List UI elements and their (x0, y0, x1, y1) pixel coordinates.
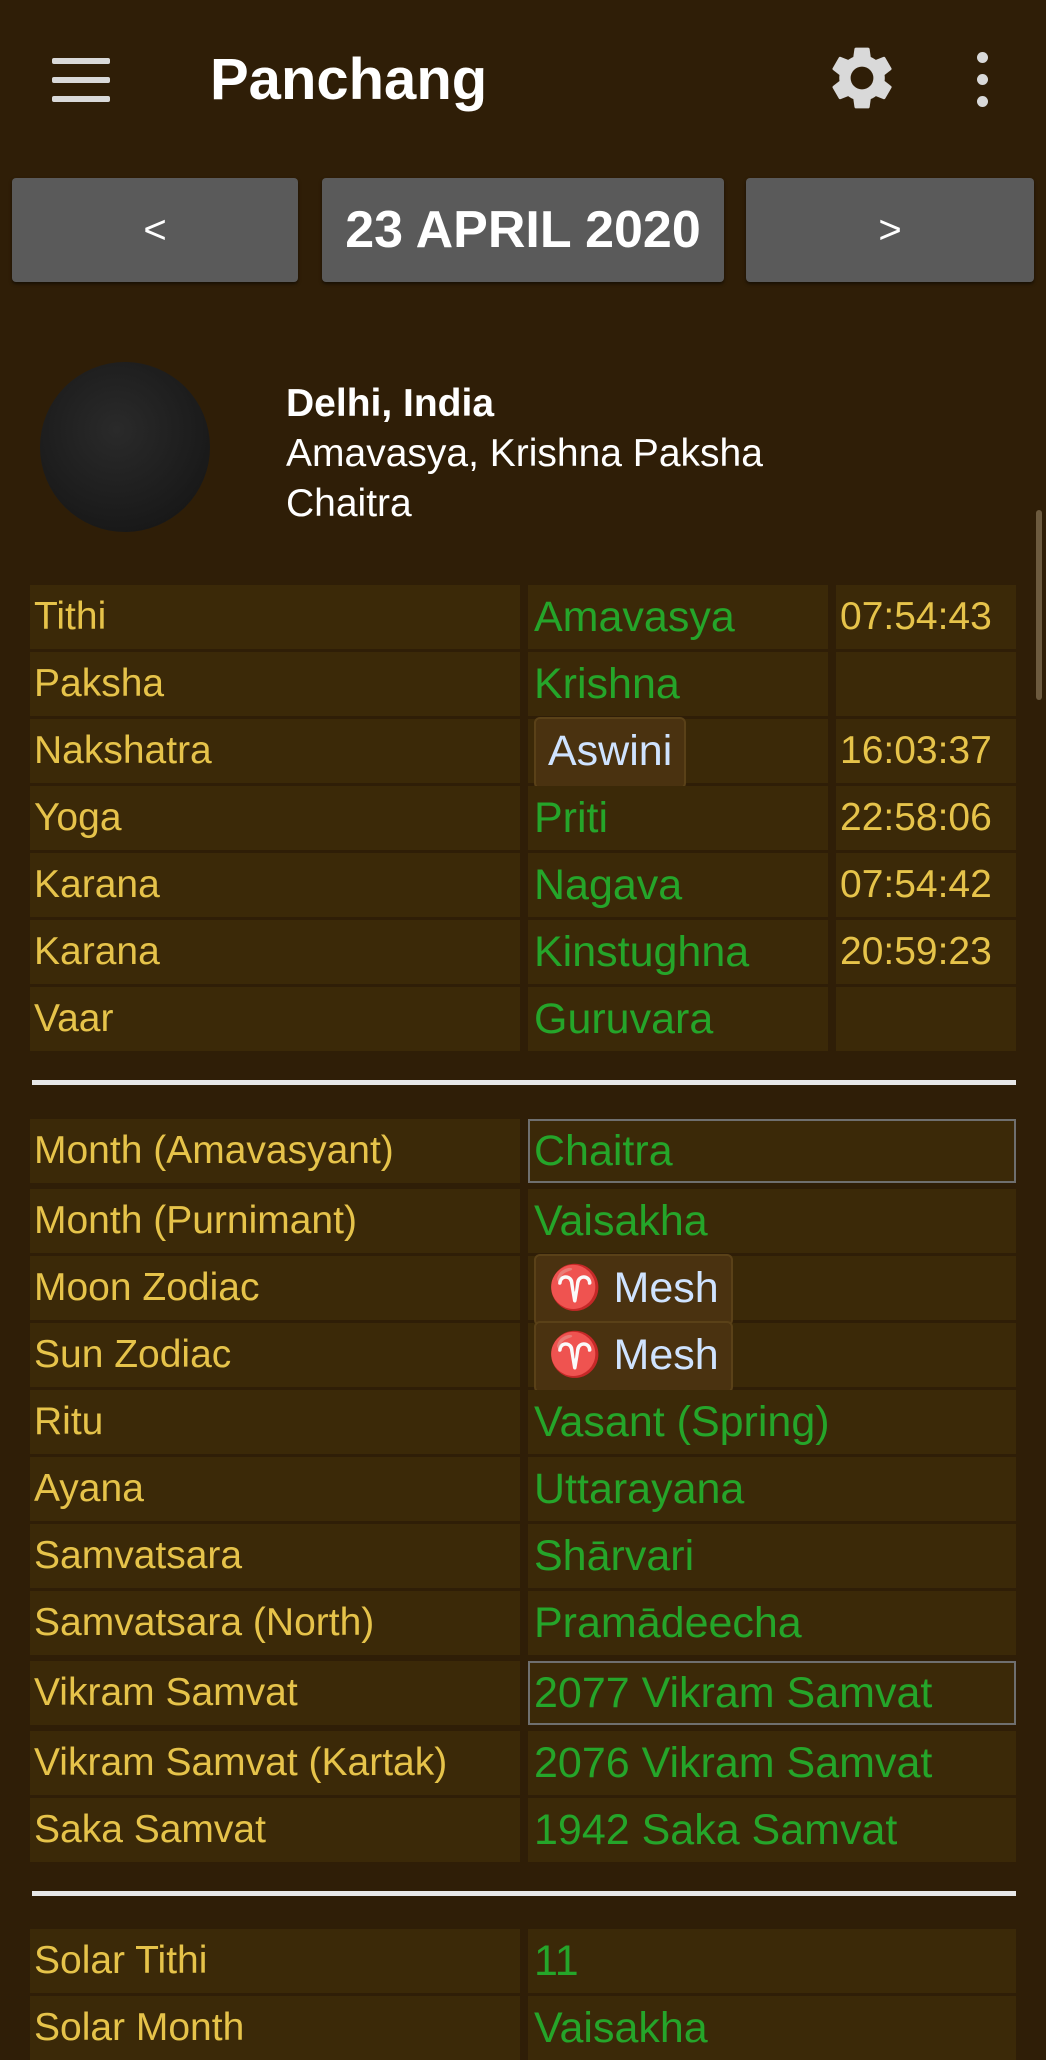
moon-zodiac-chip[interactable]: ♈ Mesh (534, 1254, 733, 1326)
row-time: 07:54:43 (836, 585, 1016, 649)
calendar-row-moon-zodiac: Moon Zodiac ♈ Mesh (30, 1254, 1016, 1326)
row-label: Nakshatra (30, 719, 520, 783)
calendar-row-sun-zodiac: Sun Zodiac ♈ Mesh (30, 1321, 1016, 1393)
row-label: Vikram Samvat (30, 1661, 520, 1725)
aries-icon: ♈ (548, 1264, 602, 1312)
row-value: 2076 Vikram Samvat (528, 1731, 1016, 1795)
solar-row-tithi: Solar Tithi 11 (30, 1929, 1016, 1993)
row-label: Solar Month (30, 1996, 520, 2060)
panchang-row-nakshatra: Nakshatra Aswini 16:03:37 (30, 717, 1016, 789)
calendar-row-vikram-samvat-kartak: Vikram Samvat (Kartak) 2076 Vikram Samva… (30, 1731, 1016, 1795)
row-time (836, 652, 1016, 716)
panchang-row-karana-1: Karana Nagava 07:54:42 (30, 853, 1016, 917)
month-amavasyant-value[interactable]: Chaitra (528, 1119, 1016, 1183)
calendar-row-samvatsara: Samvatsara Shārvari (30, 1524, 1016, 1588)
row-label: Saka Samvat (30, 1798, 520, 1862)
more-vert-icon[interactable] (972, 50, 992, 110)
section-divider (32, 1891, 1016, 1896)
row-value: Amavasya (528, 585, 828, 649)
aries-icon: ♈ (548, 1331, 602, 1379)
row-label: Vikram Samvat (Kartak) (30, 1731, 520, 1795)
location-name: Delhi, India (286, 382, 495, 425)
row-value: Guruvara (528, 987, 828, 1051)
row-value: Vasant (Spring) (528, 1390, 1016, 1454)
row-label: Yoga (30, 786, 520, 850)
row-value: Uttarayana (528, 1457, 1016, 1521)
row-value: Krishna (528, 652, 828, 716)
gear-icon[interactable] (824, 40, 900, 116)
row-label: Karana (30, 920, 520, 984)
row-label: Samvatsara (North) (30, 1591, 520, 1655)
row-label: Sun Zodiac (30, 1323, 520, 1387)
row-label: Ayana (30, 1457, 520, 1521)
calendar-row-saka-samvat: Saka Samvat 1942 Saka Samvat (30, 1798, 1016, 1862)
moon-phase-image (40, 362, 210, 532)
date-picker-button[interactable]: 23 APRIL 2020 (322, 178, 724, 282)
row-value: Pramādeecha (528, 1591, 1016, 1655)
row-label: Moon Zodiac (30, 1256, 520, 1320)
month-summary: Chaitra (286, 482, 412, 525)
sun-zodiac-chip[interactable]: ♈ Mesh (534, 1321, 733, 1393)
row-value: Vaisakha (528, 1189, 1016, 1253)
calendar-row-month-amavasyant: Month (Amavasyant) Chaitra (30, 1119, 1016, 1183)
panchang-row-karana-2: Karana Kinstughna 20:59:23 (30, 920, 1016, 984)
panchang-row-yoga: Yoga Priti 22:58:06 (30, 786, 1016, 850)
row-value: ♈ Mesh (528, 1321, 1016, 1393)
row-value: Kinstughna (528, 920, 828, 984)
row-label: Paksha (30, 652, 520, 716)
row-label: Solar Tithi (30, 1929, 520, 1993)
calendar-row-ritu: Ritu Vasant (Spring) (30, 1390, 1016, 1454)
row-time: 20:59:23 (836, 920, 1016, 984)
row-label: Ritu (30, 1390, 520, 1454)
section-divider (32, 1080, 1016, 1085)
tithi-summary: Amavasya, Krishna Paksha (286, 432, 763, 475)
app-bar: Panchang (0, 0, 1046, 165)
calendar-row-samvatsara-north: Samvatsara (North) Pramādeecha (30, 1591, 1016, 1655)
row-time: 16:03:37 (836, 719, 1016, 783)
row-value: ♈ Mesh (528, 1254, 1016, 1326)
row-value: Shārvari (528, 1524, 1016, 1588)
row-label: Tithi (30, 585, 520, 649)
row-label: Month (Amavasyant) (30, 1119, 520, 1183)
row-time (836, 987, 1016, 1051)
calendar-row-vikram-samvat: Vikram Samvat 2077 Vikram Samvat (30, 1661, 1016, 1725)
vikram-samvat-value[interactable]: 2077 Vikram Samvat (528, 1661, 1016, 1725)
row-value: 1942 Saka Samvat (528, 1798, 1016, 1862)
row-label: Month (Purnimant) (30, 1189, 520, 1253)
row-time: 07:54:42 (836, 853, 1016, 917)
panchang-row-vaar: Vaar Guruvara (30, 987, 1016, 1051)
row-time: 22:58:06 (836, 786, 1016, 850)
row-value: 11 (528, 1929, 1016, 1993)
row-value: Nagava (528, 853, 828, 917)
page-title: Panchang (210, 47, 488, 112)
calendar-row-ayana: Ayana Uttarayana (30, 1457, 1016, 1521)
hamburger-menu-icon[interactable] (52, 58, 110, 102)
row-value: Vaisakha (528, 1996, 1016, 2060)
row-label: Samvatsara (30, 1524, 520, 1588)
panchang-row-tithi: Tithi Amavasya 07:54:43 (30, 585, 1016, 649)
previous-day-button[interactable]: < (12, 178, 298, 282)
row-label: Karana (30, 853, 520, 917)
row-value: Aswini (528, 717, 828, 789)
row-value: Priti (528, 786, 828, 850)
solar-row-month: Solar Month Vaisakha (30, 1996, 1016, 2060)
next-day-button[interactable]: > (746, 178, 1034, 282)
nakshatra-chip[interactable]: Aswini (534, 717, 687, 789)
panchang-row-paksha: Paksha Krishna (30, 652, 1016, 716)
row-label: Vaar (30, 987, 520, 1051)
calendar-row-month-purnimant: Month (Purnimant) Vaisakha (30, 1189, 1016, 1253)
scrollbar[interactable] (1036, 510, 1042, 700)
